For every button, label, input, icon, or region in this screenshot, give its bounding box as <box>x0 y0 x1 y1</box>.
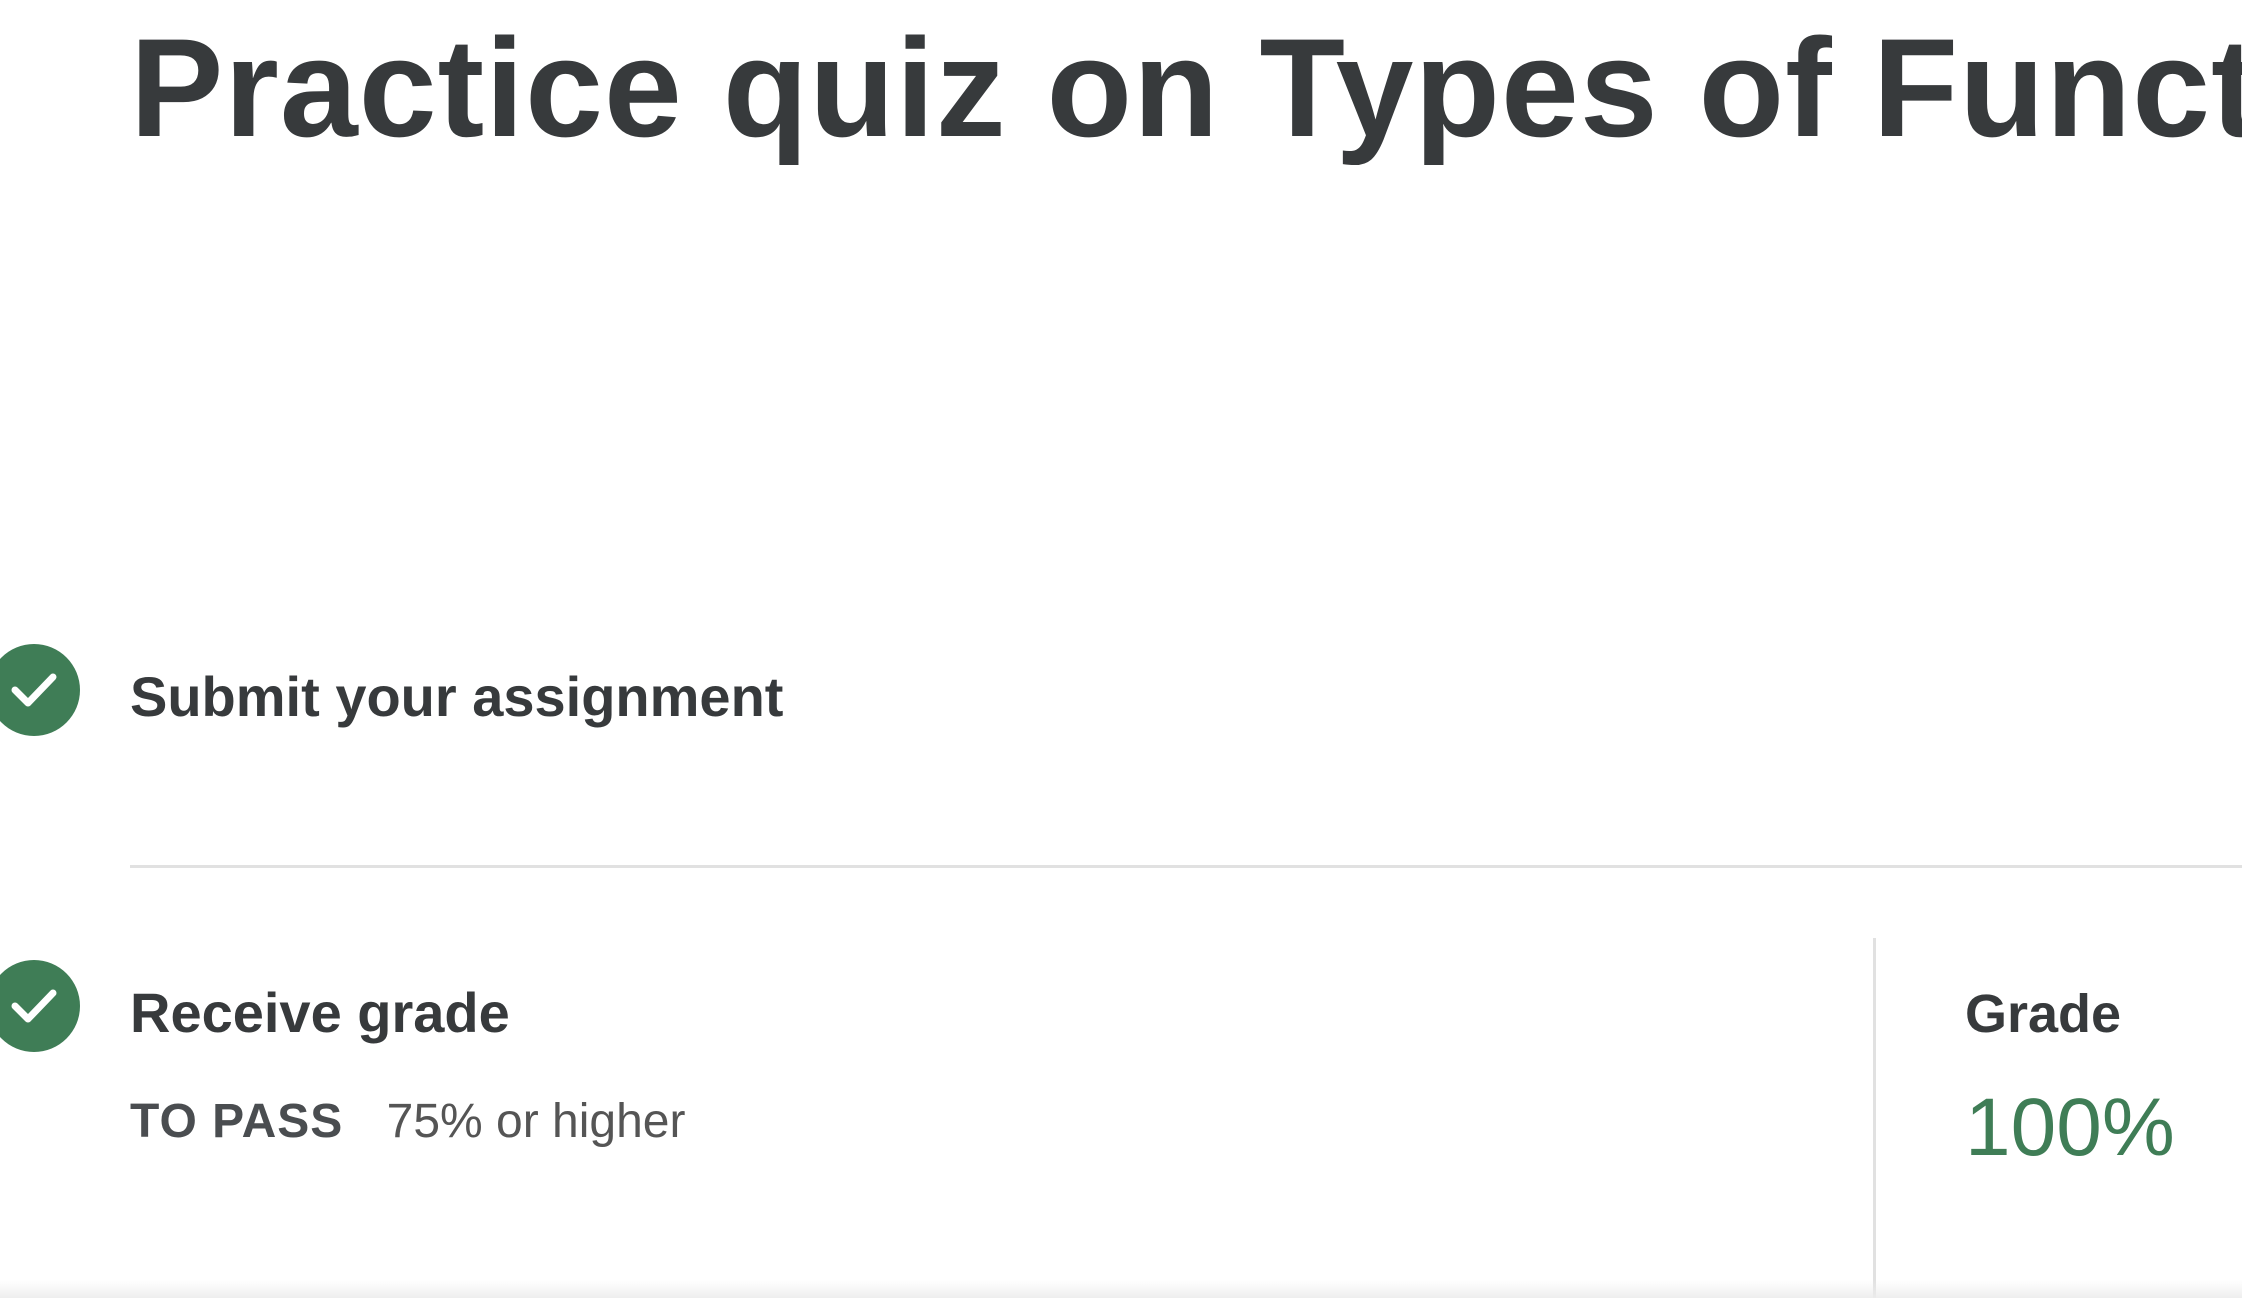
pass-requirement: TO PASS 75% or higher <box>130 1094 685 1150</box>
section-divider <box>130 865 2242 868</box>
grade-title: Grade <box>1965 984 2122 1044</box>
check-icon <box>0 960 80 1052</box>
page-title: Practice quiz on Types of Functi <box>130 9 2242 166</box>
grade-divider <box>1873 938 1876 1298</box>
check-icon <box>0 644 80 736</box>
bottom-shadow <box>0 1280 2242 1298</box>
grade-value: 100% <box>1965 1082 2175 1173</box>
pass-requirement-value: 75% or higher <box>386 1095 686 1148</box>
step-submit-assignment-label: Submit your assignment <box>130 665 784 728</box>
quiz-results-page: Practice quiz on Types of Functi Submit … <box>0 0 2242 1298</box>
step-receive-grade-label: Receive grade <box>130 981 510 1044</box>
pass-requirement-label: TO PASS <box>130 1095 344 1148</box>
